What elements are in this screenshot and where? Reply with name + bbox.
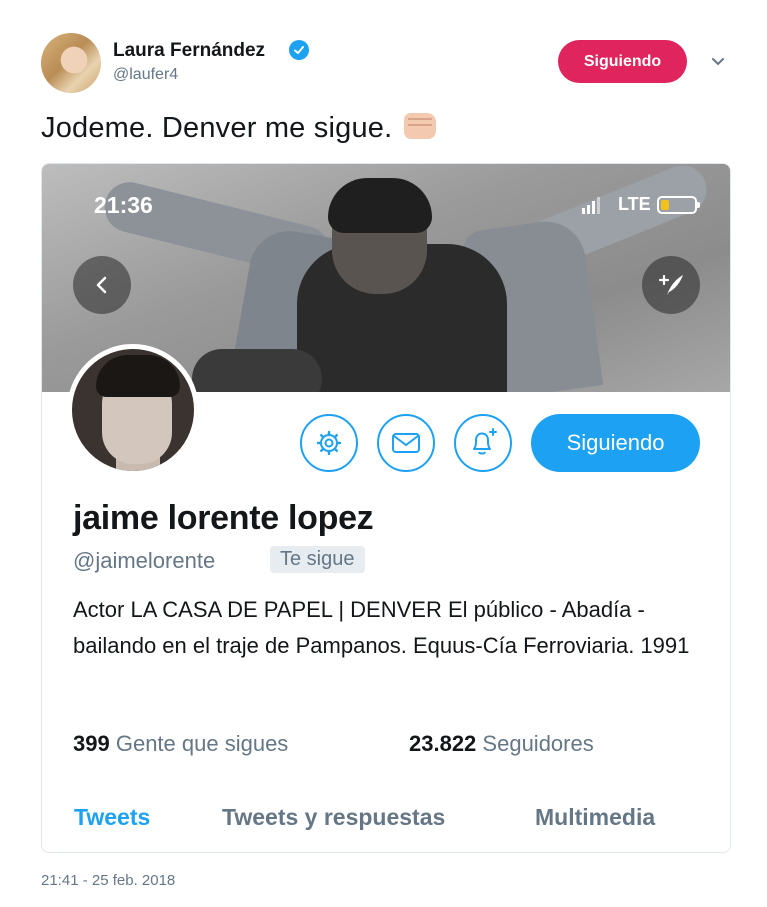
status-time: 21:36 bbox=[94, 192, 153, 218]
back-button[interactable] bbox=[73, 256, 131, 314]
compose-button[interactable] bbox=[642, 256, 700, 314]
settings-button[interactable] bbox=[300, 414, 358, 472]
attached-image[interactable]: 21:36 LTE Siguiendo jaime lorente lopez … bbox=[41, 163, 731, 853]
following-stat[interactable]: 399 Gente que sigues bbox=[73, 731, 288, 757]
bell-plus-icon bbox=[473, 428, 497, 455]
followers-label: Seguidores bbox=[482, 731, 594, 756]
followers-stat[interactable]: 23.822 Seguidores bbox=[409, 731, 594, 757]
battery-level bbox=[661, 200, 669, 210]
banner-photo-hair bbox=[328, 178, 432, 233]
tweet-timestamp[interactable]: 21:41 - 25 feb. 2018 bbox=[41, 872, 175, 889]
author-name[interactable]: Laura Fernández bbox=[113, 40, 265, 62]
profile-handle: @jaimelorente bbox=[73, 548, 216, 573]
tweet-text-content: Jodeme. Denver me sigue. bbox=[41, 112, 393, 144]
mail-icon bbox=[392, 433, 420, 453]
avatar-hair bbox=[96, 355, 180, 397]
profile-following-button[interactable]: Siguiendo bbox=[531, 414, 700, 472]
compose-icon bbox=[658, 274, 683, 295]
author-avatar[interactable] bbox=[41, 33, 101, 93]
tweet-text: Jodeme. Denver me sigue. bbox=[41, 112, 437, 145]
profile-name: jaime lorente lopez bbox=[73, 499, 374, 537]
following-count: 399 bbox=[73, 731, 110, 756]
chevron-left-icon bbox=[96, 276, 107, 294]
banner-photo-leg bbox=[192, 349, 322, 392]
tab-media[interactable]: Multimedia bbox=[535, 804, 655, 831]
tab-tweets-and-replies[interactable]: Tweets y respuestas bbox=[222, 804, 445, 831]
follows-you-badge: Te sigue bbox=[270, 546, 365, 573]
following-label: Gente que sigues bbox=[115, 731, 289, 756]
followers-count: 23.822 bbox=[409, 731, 477, 756]
tab-tweets[interactable]: Tweets bbox=[74, 804, 150, 831]
following-button[interactable]: Siguiendo bbox=[558, 40, 687, 83]
profile-avatar[interactable] bbox=[67, 344, 199, 476]
battery-icon bbox=[657, 196, 700, 214]
profile-bio: Actor LA CASA DE PAPEL | DENVER El públi… bbox=[73, 597, 690, 658]
fist-emoji-icon bbox=[404, 113, 437, 139]
signal-icon bbox=[582, 197, 600, 214]
message-button[interactable] bbox=[377, 414, 435, 472]
chevron-down-icon[interactable] bbox=[708, 52, 728, 72]
gear-icon bbox=[316, 430, 342, 456]
author-handle[interactable]: @laufer4 bbox=[113, 66, 178, 84]
network-label: LTE bbox=[618, 194, 651, 214]
notifications-button[interactable] bbox=[454, 414, 512, 472]
verified-badge-icon bbox=[289, 40, 309, 60]
